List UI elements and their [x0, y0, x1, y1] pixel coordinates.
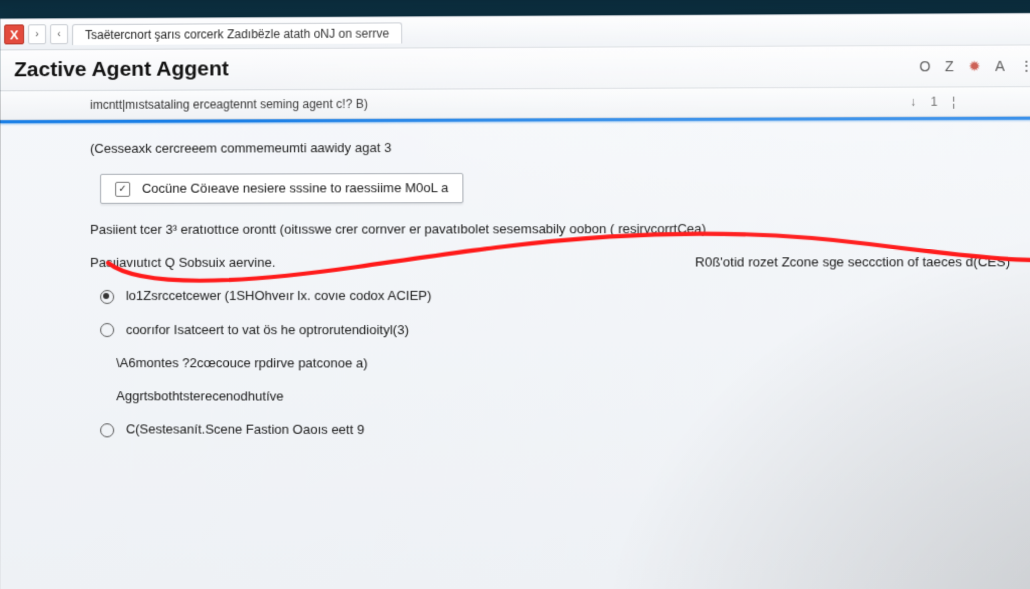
flame-icon[interactable]: ✹: [968, 57, 980, 74]
content-line-1: (Cesseaxk cercreeem commemeumti aawidy a…: [90, 138, 1013, 156]
option-box[interactable]: ✓ Cocüne Cöıeave nesiere sssine to raess…: [100, 173, 464, 204]
checkbox-icon[interactable]: ✓: [115, 182, 130, 197]
close-icon[interactable]: X: [4, 24, 24, 44]
option-box-label: Cocüne Cöıeave nesiere sssine to raessii…: [142, 180, 449, 196]
radio-label: coorıfor Isatceert to vat ös he optrorut…: [126, 322, 409, 337]
nav-back-button[interactable]: ›: [28, 24, 46, 44]
download-icon[interactable]: ↓: [910, 95, 916, 109]
sub-header-text: imcntt|mıstsataling erceagtennt seming a…: [90, 97, 368, 112]
z-icon[interactable]: Z: [945, 58, 954, 74]
split-icon[interactable]: ¦: [952, 95, 955, 109]
right-annotation-text: R0ß'otid rozet Zcone sge seccction of ta…: [695, 254, 1010, 269]
tab-active[interactable]: Tsaëtercnort şarıs corcerk Zadıbëzle ata…: [72, 22, 402, 45]
sub-header: imcntt|mıstsataling erceagtennt seming a…: [0, 87, 1030, 120]
radio-icon[interactable]: [100, 290, 114, 304]
content-line-3: Pasiient tcer 3³ eratıottıce orontt (oit…: [90, 221, 1014, 237]
radio-option-1[interactable]: lo1Zsrccetcewer (1SHOhveır lx. covıe cod…: [90, 288, 1014, 304]
app-window: X › ‹ Tsaëtercnort şarıs corcerk Zadıbëz…: [0, 13, 1030, 589]
tab-strip: X › ‹ Tsaëtercnort şarıs corcerk Zadıbëz…: [0, 14, 1030, 51]
page-title: Zactive Agent Aggent: [14, 57, 229, 82]
radio-label: lo1Zsrccetcewer (1SHOhveır lx. covıe cod…: [126, 288, 432, 303]
nav-forward-button[interactable]: ‹: [50, 24, 68, 44]
content-area: (Cesseaxk cercreeem commemeumti aawidy a…: [0, 120, 1030, 440]
content-line-8: Aggrtsbothtsterecenodhutíve: [90, 388, 1015, 405]
radio-option-2[interactable]: coorıfor Isatceert to vat ös he optrorut…: [90, 322, 1014, 338]
kebab-menu-icon[interactable]: ⋮: [1019, 57, 1030, 74]
content-line-7: \A6montes ?2cœcouce rpdirve patconoe a): [90, 355, 1015, 371]
radio-label: C(Sestesanít.Scene Fastion Oaoıs eett 9: [126, 422, 365, 438]
title-bar: Zactive Agent Aggent O Z ✹ A ⋮: [0, 45, 1030, 91]
page-count: 1: [931, 95, 938, 109]
letter-a-icon[interactable]: A: [995, 58, 1005, 74]
radio-icon[interactable]: [100, 323, 114, 337]
radio-option-3[interactable]: C(Sestesanít.Scene Fastion Oaoıs eett 9: [90, 421, 1015, 439]
radio-icon[interactable]: [100, 423, 114, 437]
circle-icon[interactable]: O: [919, 58, 930, 74]
